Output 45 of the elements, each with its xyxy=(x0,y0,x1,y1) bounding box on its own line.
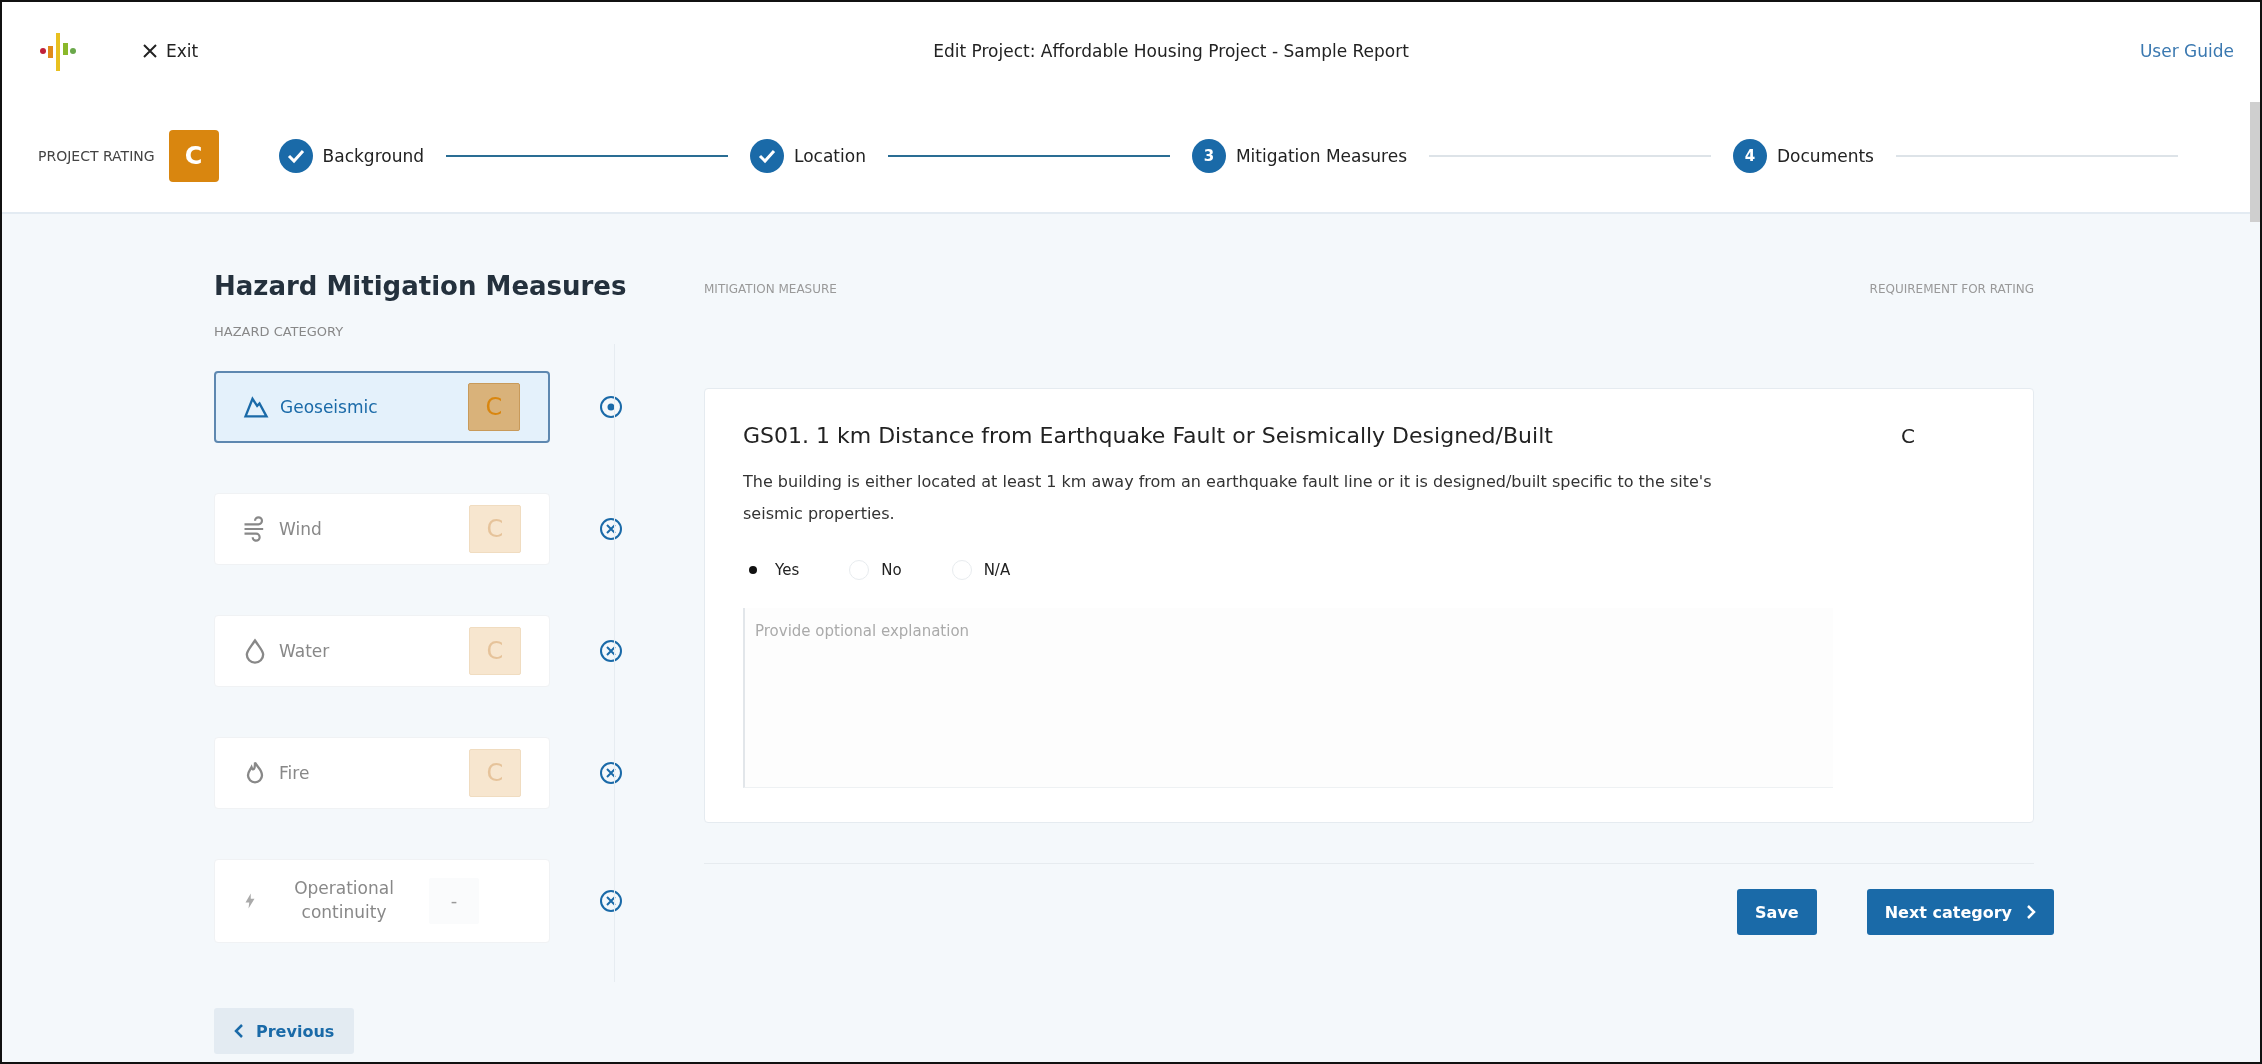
save-button[interactable]: Save xyxy=(1737,889,1817,935)
category-item[interactable]: Geoseismic C xyxy=(214,370,550,443)
category-name: Fire xyxy=(279,762,311,783)
step-number: 3 xyxy=(1191,139,1226,173)
check-circle-icon xyxy=(278,139,313,173)
scrollbar-thumb[interactable] xyxy=(2250,102,2260,222)
category-label: HAZARD CATEGORY xyxy=(214,323,345,339)
requirement-value: C xyxy=(1901,423,1915,448)
rating-label: PROJECT RATING xyxy=(38,148,155,164)
category-name: Operational continuity xyxy=(293,877,395,924)
close-circle-icon[interactable] xyxy=(598,637,624,664)
check-circle-icon xyxy=(750,139,785,173)
radio-option[interactable]: No xyxy=(849,560,902,580)
page-title: Edit Project: Affordable Housing Project - Sample Report xyxy=(932,41,1410,61)
radio-dot-icon[interactable] xyxy=(598,393,624,420)
step-tab[interactable]: 3 Mitigation Measures xyxy=(1191,139,1407,173)
measure-title: GS01. 1 km Distance from Earthquake Fault or Seismically Designed/Built xyxy=(743,423,1554,448)
section-heading: Hazard Mitigation Measures xyxy=(214,270,627,303)
category-rating: C xyxy=(468,382,520,431)
step-tab[interactable]: Location xyxy=(750,139,866,173)
chevron-left-icon xyxy=(234,1023,244,1039)
rating-badge: C xyxy=(168,130,219,182)
close-circle-icon[interactable] xyxy=(598,887,624,914)
exit-button[interactable]: Exit xyxy=(138,37,203,65)
step-number: 4 xyxy=(1733,139,1768,173)
close-circle-icon[interactable] xyxy=(598,759,624,786)
step-tab[interactable]: Background xyxy=(278,139,424,173)
category-item[interactable]: Operational continuity - xyxy=(214,858,550,943)
chevron-right-icon xyxy=(2026,904,2036,920)
radio-option[interactable]: Yes xyxy=(743,560,800,580)
user-guide-link[interactable]: User Guide xyxy=(2139,41,2234,61)
radio-option[interactable]: N/A xyxy=(951,560,1011,580)
category-name: Geoseismic xyxy=(280,396,379,417)
previous-button[interactable]: Previous xyxy=(214,1008,355,1054)
close-circle-icon[interactable] xyxy=(598,515,624,542)
column-header: REQUIREMENT FOR RATING xyxy=(1869,282,2034,296)
category-rating: - xyxy=(429,877,479,924)
close-icon xyxy=(142,43,158,59)
step-tab[interactable]: 4 Documents xyxy=(1733,139,1874,173)
category-name: Wind xyxy=(279,518,323,539)
measure-description: The building is either located at least 1 km away from an earthquake fault line or it is designed/built specific to the site's seismic properties. xyxy=(743,471,1713,525)
explanation-input[interactable]: Provide optional explanation xyxy=(745,608,1833,787)
column-header: MITIGATION MEASURE xyxy=(704,282,837,296)
next-category-button[interactable]: Next category xyxy=(1866,889,2054,935)
category-name: Water xyxy=(279,640,331,661)
